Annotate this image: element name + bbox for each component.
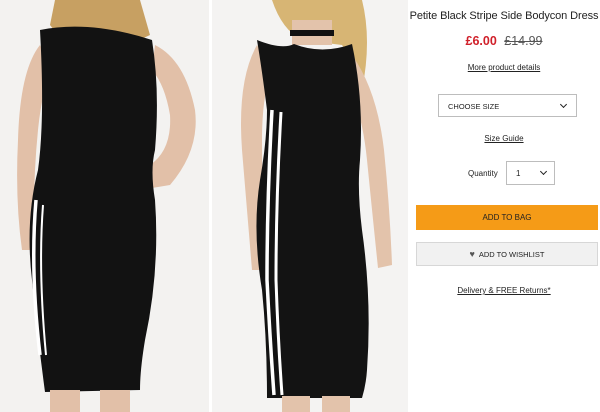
product-title: Petite Black Stripe Side Bodycon Dress [409,10,599,22]
quantity-value: 1 [516,169,521,178]
product-image-front[interactable] [212,0,408,412]
size-select-value: CHOOSE SIZE [448,102,500,111]
original-price: £14.99 [504,34,543,48]
more-product-details-link[interactable]: More product details [408,63,600,72]
product-image-back[interactable] [0,0,209,412]
add-to-wishlist-button[interactable]: ♥ ADD TO WISHLIST [416,242,598,266]
size-guide-link[interactable]: Size Guide [408,134,600,143]
size-select[interactable]: CHOOSE SIZE [438,94,577,117]
price-row: £6.00 £14.99 [408,34,600,48]
add-to-bag-button[interactable]: ADD TO BAG [416,205,598,230]
chevron-down-icon [539,167,548,176]
sale-price: £6.00 [465,34,497,48]
add-to-wishlist-label: ADD TO WISHLIST [478,249,545,259]
product-info-panel: Petite Black Stripe Side Bodycon Dress £… [408,0,600,412]
quantity-select[interactable]: 1 [506,161,555,185]
dress-front-illustration [212,0,408,412]
heart-icon: ♥ [469,248,475,259]
delivery-returns-link[interactable]: Delivery & FREE Returns* [408,286,600,295]
quantity-label: Quantity [468,169,498,178]
dress-back-illustration [0,0,209,412]
chevron-down-icon [559,100,568,109]
